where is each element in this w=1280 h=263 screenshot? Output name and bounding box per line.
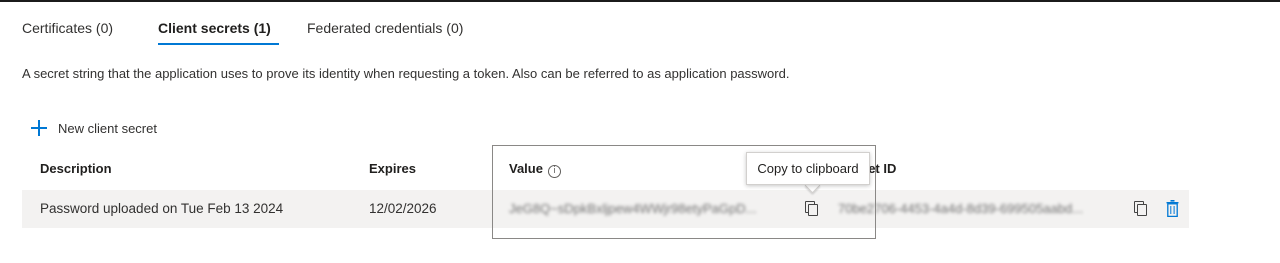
new-client-secret-label: New client secret xyxy=(58,120,157,136)
copy-secret-id-icon[interactable] xyxy=(1134,201,1147,216)
secret-expires-cell: 12/02/2026 xyxy=(369,201,437,216)
section-description: A secret string that the application use… xyxy=(22,66,790,81)
column-header-description[interactable]: Description xyxy=(40,161,112,176)
secret-description-cell: Password uploaded on Tue Feb 13 2024 xyxy=(40,201,284,216)
tab-client-secrets[interactable]: Client secrets (1) xyxy=(158,19,271,37)
new-client-secret-button[interactable]: New client secret xyxy=(30,118,157,138)
delete-icon[interactable] xyxy=(1166,200,1179,217)
copy-tooltip: Copy to clipboard xyxy=(746,152,870,185)
plus-icon xyxy=(30,119,48,137)
column-header-expires[interactable]: Expires xyxy=(369,161,416,176)
tab-certificates[interactable]: Certificates (0) xyxy=(22,19,113,37)
tab-federated-credentials[interactable]: Federated credentials (0) xyxy=(307,19,463,37)
top-border xyxy=(0,0,1280,2)
active-tab-indicator xyxy=(158,43,279,45)
